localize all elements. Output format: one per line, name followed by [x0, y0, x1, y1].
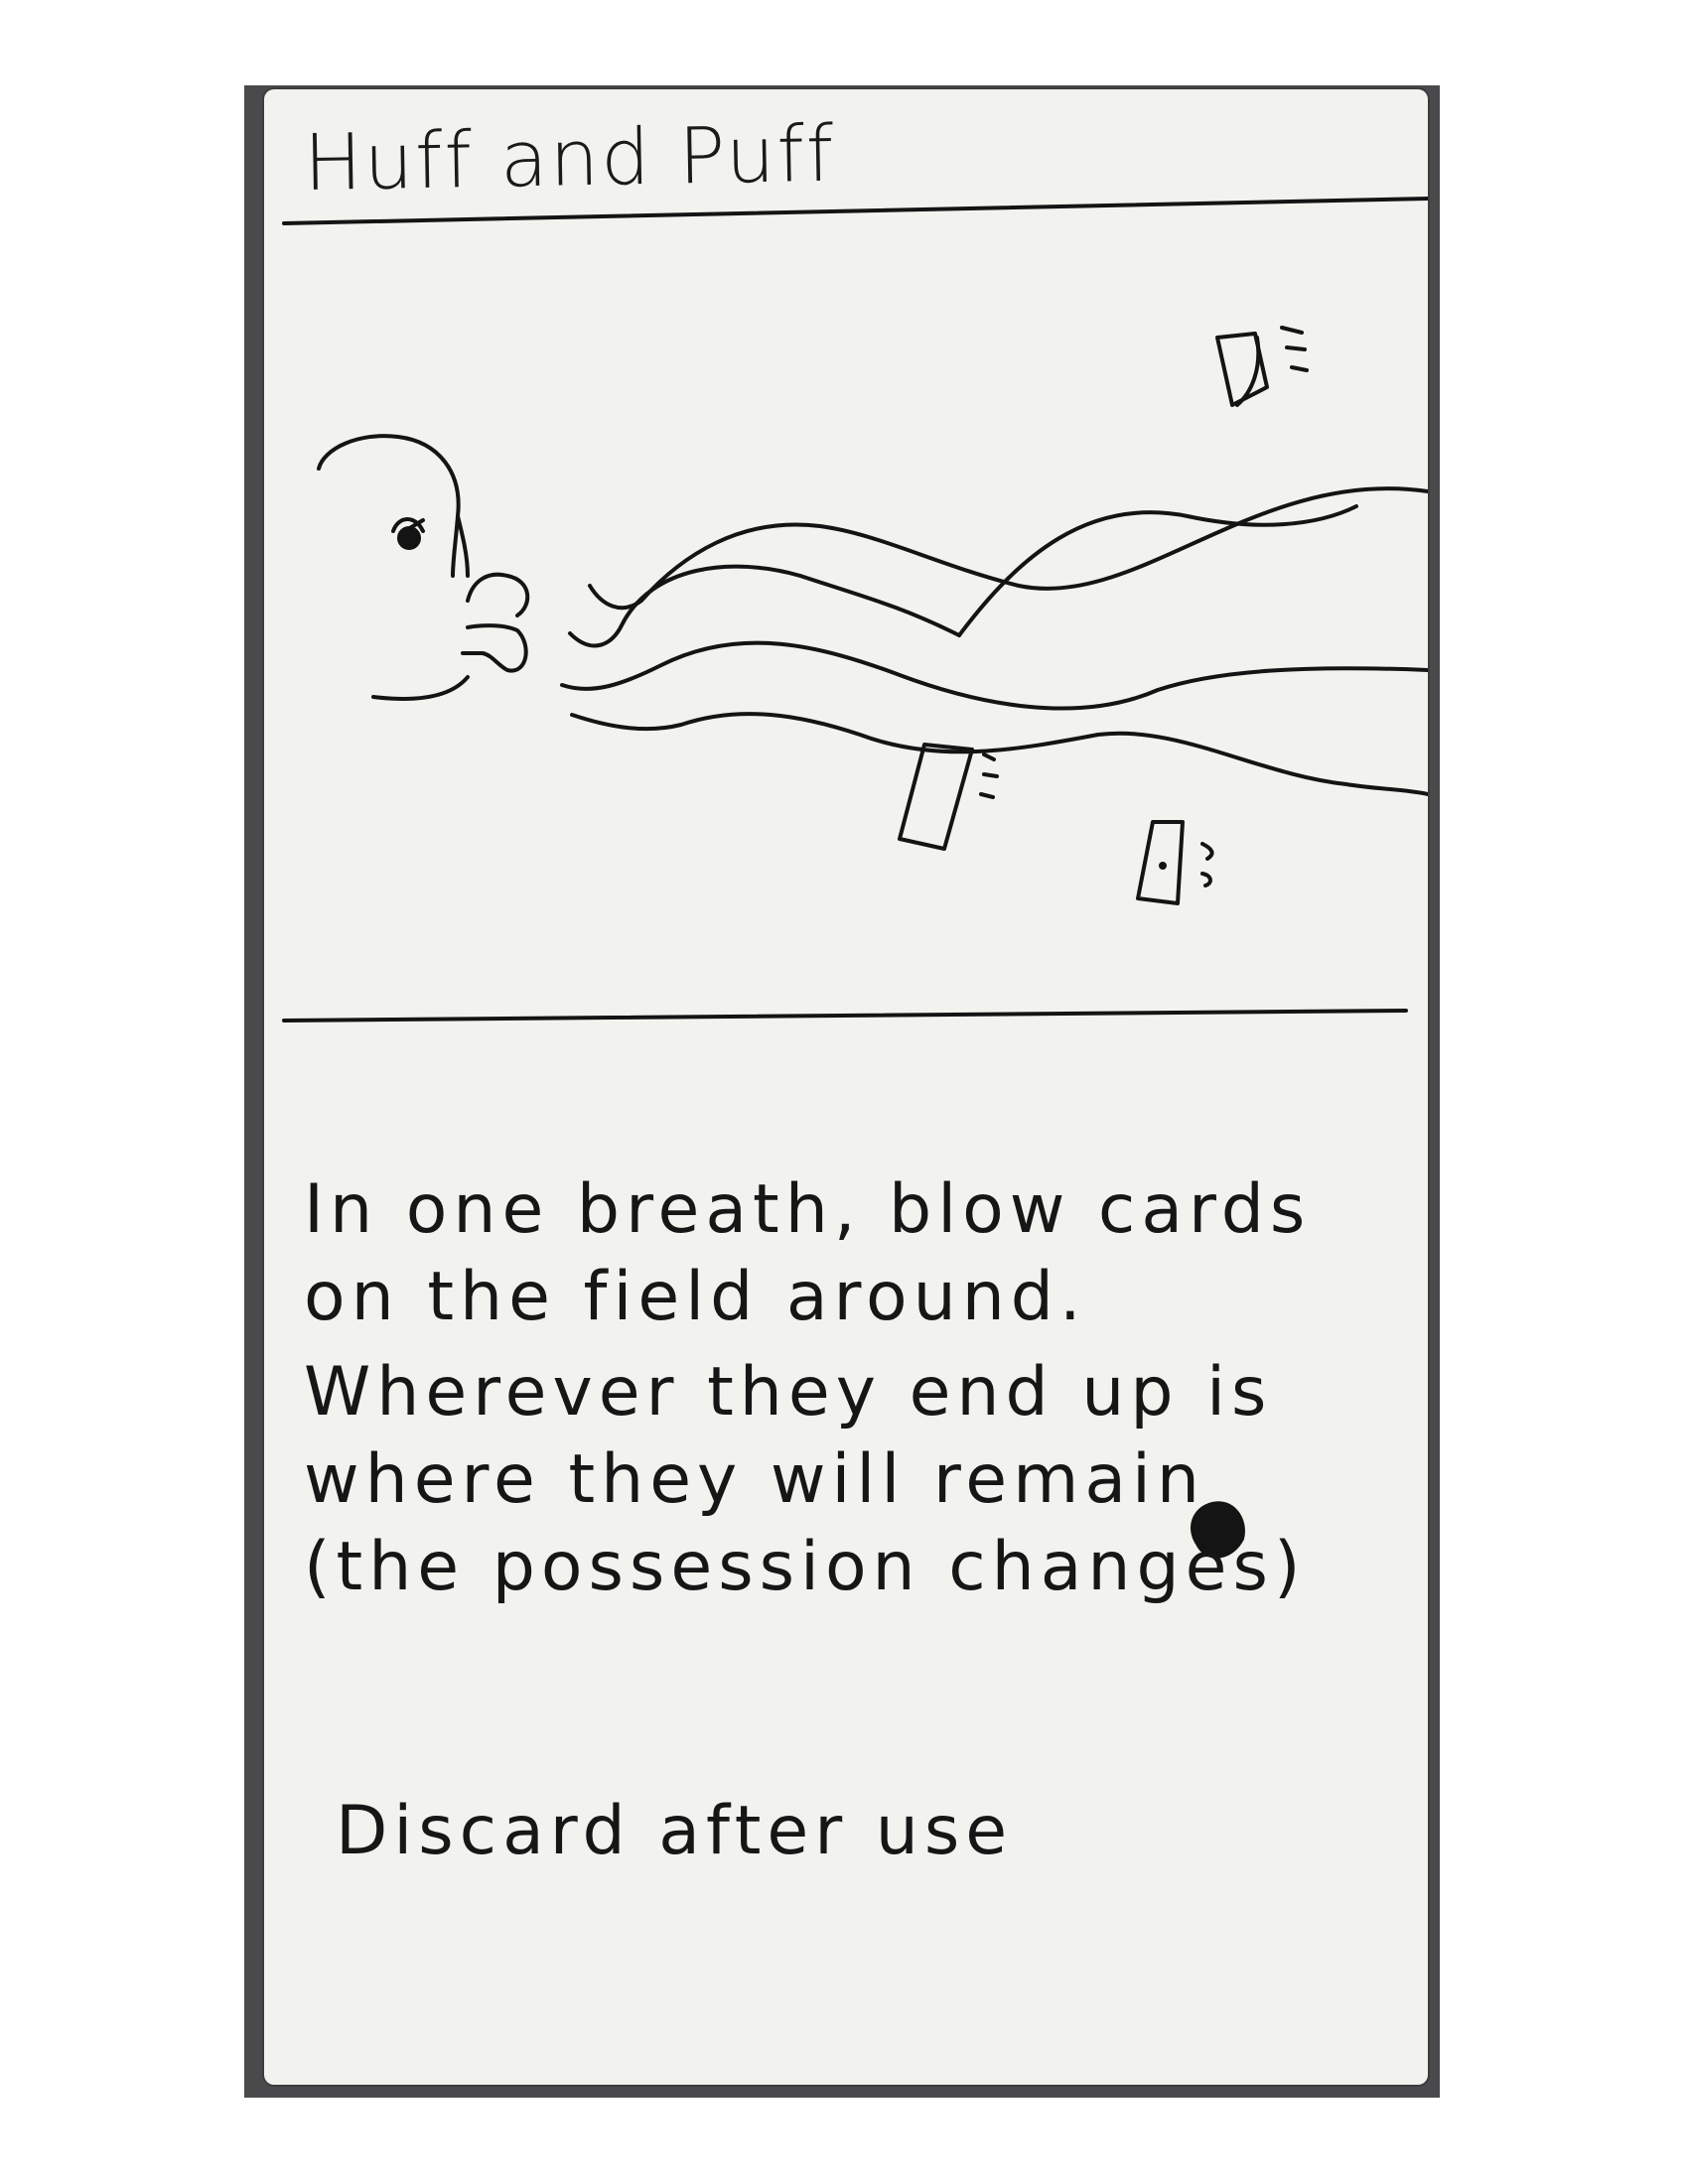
card-title: Huff and Puff [303, 109, 837, 208]
effect-paragraph: In one breath, blow cards on the field a… [304, 1170, 1312, 1336]
card-effect-text: In one breath, blow cards on the field a… [304, 1166, 1376, 1619]
card-footer-text: Discard after use [336, 1792, 1014, 1870]
wind-gust-icon [560, 486, 1428, 796]
flying-card-icon [1215, 326, 1309, 407]
game-card[interactable]: Huff and Puff In one breath, blow cards … [264, 89, 1428, 2085]
flying-card-icon [898, 743, 999, 851]
effect-paragraph: Wherever they end up is where they will … [304, 1353, 1307, 1606]
blowing-face-icon [317, 434, 530, 701]
flying-card-icon [1136, 820, 1214, 905]
card-artwork [282, 197, 1428, 1559]
text-divider [282, 1009, 1408, 1023]
